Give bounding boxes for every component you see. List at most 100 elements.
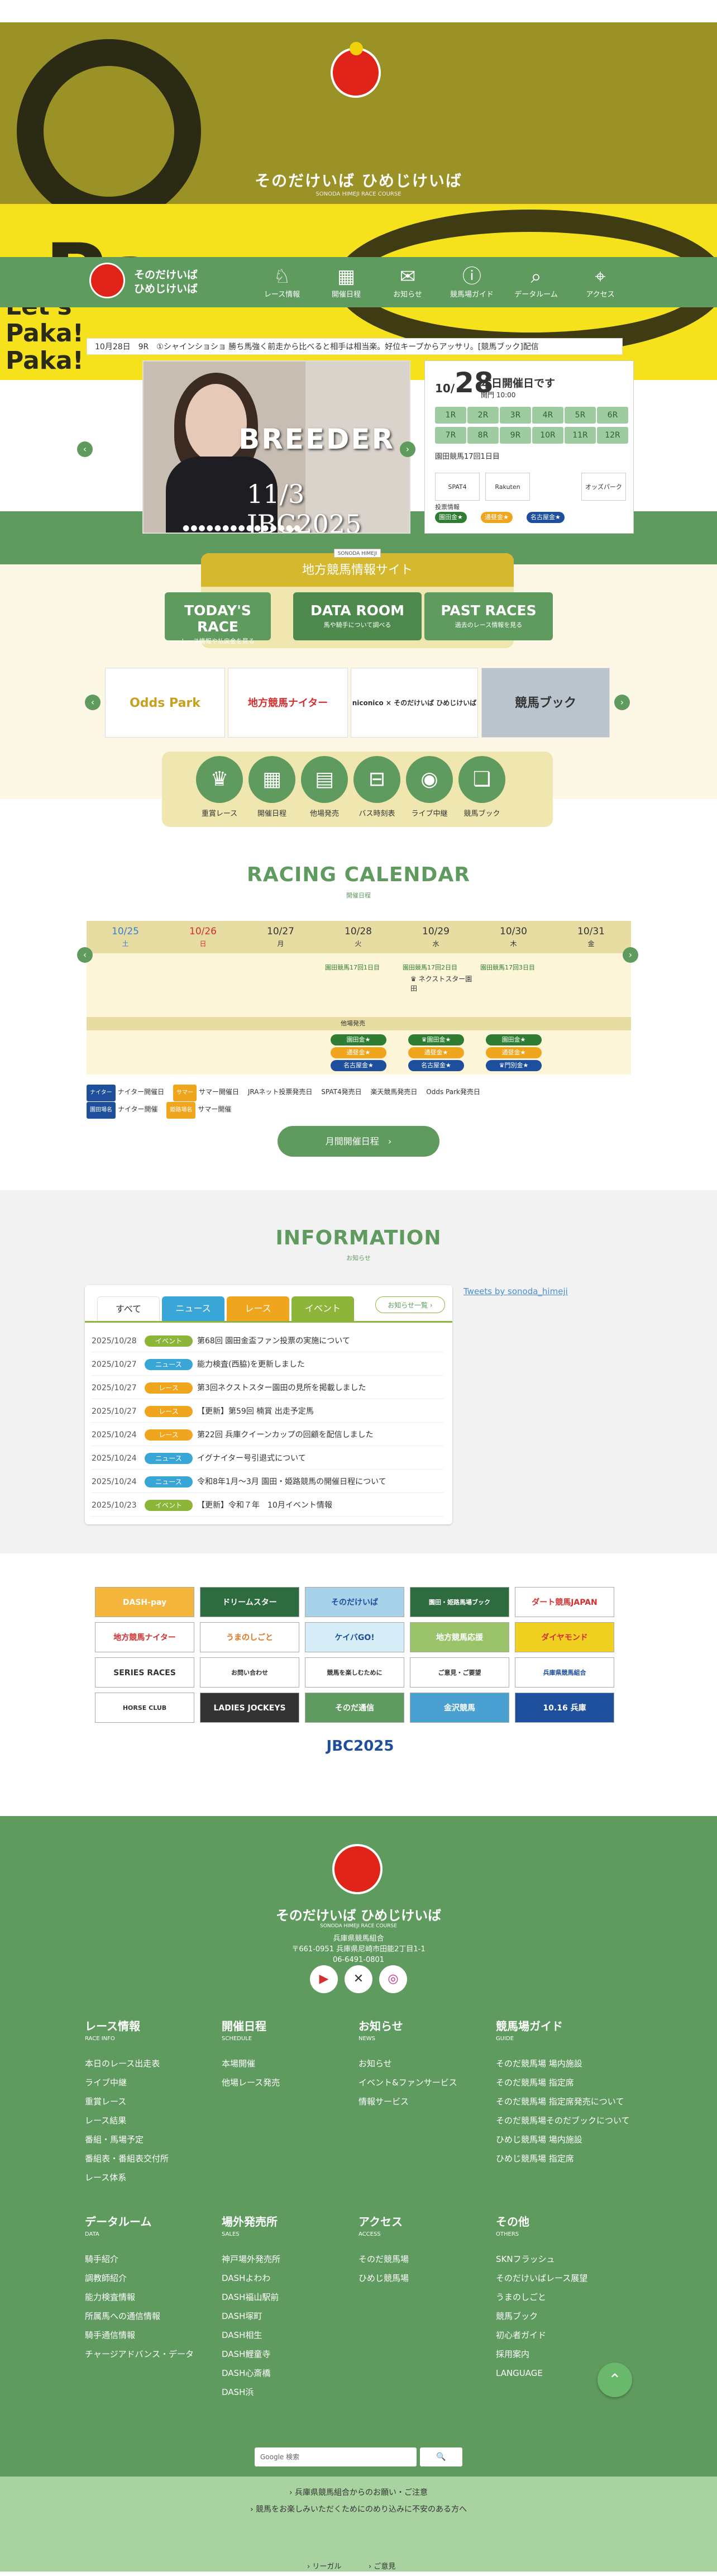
back-to-top-button[interactable]: ⌃	[598, 2363, 632, 2397]
cal-grade-race[interactable]: ♛ ネクストスター園田	[410, 974, 477, 993]
twitter-link[interactable]: Tweets by sonoda_himeji	[463, 1286, 568, 1296]
cal-tag[interactable]: 園田金★	[486, 1034, 542, 1045]
footer-link[interactable]: 本日のレース出走表	[85, 2054, 169, 2073]
quick-other[interactable]: ▤ 他場発売	[299, 756, 350, 818]
news-row[interactable]: 2025/10/27 ニュース 能力検査(西脇)を更新しました	[92, 1353, 443, 1376]
footer-link[interactable]: イベント&ファンサービス	[358, 2073, 457, 2092]
cal-day[interactable]: 10/29 水	[397, 925, 475, 950]
footer-link[interactable]: そのだ競馬場 指定席発売について	[496, 2092, 630, 2111]
google-search-input[interactable]: Google 検索	[255, 2447, 417, 2466]
footer-link[interactable]: SKNフラッシュ	[496, 2250, 587, 2269]
footer-link[interactable]: DASH相生	[222, 2326, 280, 2345]
ad-banner[interactable]: うまのしごと	[200, 1622, 299, 1652]
footer-link[interactable]: DASHよわわ	[222, 2269, 280, 2288]
opinion-link[interactable]: › ご意見	[369, 2560, 395, 2571]
tab-event[interactable]: イベント	[291, 1296, 354, 1321]
race-button[interactable]: 12R	[597, 427, 628, 444]
today-tag[interactable]: 通昼金★	[481, 512, 513, 523]
race-button[interactable]: 8R	[467, 427, 499, 444]
quick-bus[interactable]: ⊟ バス時刻表	[352, 756, 402, 818]
news-row[interactable]: 2025/10/24 レース 第22回 兵庫クイーンカップの回顧を配信しました	[92, 1424, 443, 1446]
today-tag[interactable]: 園田金★	[435, 512, 467, 523]
nav-race-info[interactable]: ♘ レース情報	[254, 265, 310, 299]
ad-banner[interactable]: そのだ通信	[305, 1693, 404, 1723]
nav-logo[interactable]	[89, 263, 125, 298]
footer-link[interactable]: 能力検査情報	[85, 2288, 194, 2307]
footer-link[interactable]: 他場レース発売	[222, 2073, 280, 2092]
ad-banner[interactable]: DASH-pay	[95, 1587, 194, 1617]
footer-link[interactable]: DASH塚町	[222, 2307, 280, 2326]
ad-banner[interactable]: LADIES JOCKEYS	[200, 1693, 299, 1723]
tab-news[interactable]: ニュース	[162, 1296, 224, 1321]
cal-tag[interactable]: 名古屋金★	[408, 1060, 464, 1071]
race-button[interactable]: 7R	[435, 427, 466, 444]
search-button[interactable]: 🔍	[420, 2447, 462, 2466]
notice-link[interactable]: › 兵庫県競馬組合からのお願い・ご注意	[0, 2487, 717, 2498]
cal-meet[interactable]: 園田競馬17回1日目	[325, 963, 380, 972]
nav-access[interactable]: ⌖ アクセス	[572, 265, 628, 299]
banner-niconico[interactable]: niconico × そのだけいば ひめじけいば	[351, 668, 478, 738]
ad-banner[interactable]: 兵庫県競馬組合	[515, 1657, 614, 1688]
ad-banner[interactable]: 金沢競馬	[410, 1693, 509, 1723]
sponsor-spat4[interactable]: SPAT4	[435, 473, 480, 501]
sponsor-rakuten[interactable]: Rakuten	[485, 473, 530, 501]
race-button[interactable]: 4R	[532, 407, 563, 424]
banner-prev-arrow[interactable]: ‹	[85, 695, 101, 710]
race-button[interactable]: 1R	[435, 407, 466, 424]
jbc-logo[interactable]: JBC2025	[310, 1732, 410, 1760]
sponsor-oddspark[interactable]: オッズパーク	[581, 473, 626, 501]
footer-link[interactable]: 番組・馬場予定	[85, 2130, 169, 2149]
footer-link[interactable]: 騎手通信情報	[85, 2326, 194, 2345]
footer-link[interactable]: ライブ中継	[85, 2073, 169, 2092]
footer-link[interactable]: 調教師紹介	[85, 2269, 194, 2288]
past-races-button[interactable]: PAST RACES 過去のレース情報を見る	[424, 592, 553, 640]
nav-data[interactable]: ⌕ データルーム	[508, 265, 564, 299]
cal-tag[interactable]: 名古屋金★	[331, 1060, 386, 1071]
cal-tag[interactable]: 通昼金★	[486, 1047, 542, 1058]
footer-link[interactable]: 騎手紹介	[85, 2250, 194, 2269]
nav-guide[interactable]: ⓘ 競馬場ガイド	[444, 265, 500, 299]
footer-link[interactable]: 番組表・番組表交付所	[85, 2149, 169, 2168]
footer-link[interactable]: レース体系	[85, 2168, 169, 2187]
banner-oddspark[interactable]: Odds Park	[105, 668, 225, 738]
main-slider[interactable]: BREEDER 11/3 JBC2025 ●●●●●●●●●●●●●●●	[142, 360, 410, 534]
ad-banner[interactable]: 地方競馬ナイター	[95, 1622, 194, 1652]
footer-link[interactable]: ひめじ競馬場	[358, 2269, 409, 2288]
cal-day[interactable]: 10/30 木	[475, 925, 552, 950]
footer-link[interactable]: DASH鯉童寺	[222, 2345, 280, 2364]
race-button[interactable]: 10R	[532, 427, 563, 444]
quick-book[interactable]: ❏ 競馬ブック	[457, 756, 507, 818]
footer-link[interactable]: そのだ競馬場 場内施設	[496, 2054, 630, 2073]
quick-schedule[interactable]: ▦ 開催日程	[247, 756, 297, 818]
footer-link[interactable]: ひめじ競馬場 場内施設	[496, 2130, 630, 2149]
cal-tag[interactable]: ♛門別金★	[486, 1060, 542, 1071]
footer-logo[interactable]	[332, 1844, 383, 1894]
ad-banner[interactable]: 競馬を楽しむために	[305, 1657, 404, 1688]
ad-banner[interactable]: 園田・姫路馬場ブック	[410, 1587, 509, 1617]
footer-link[interactable]: お知らせ	[358, 2054, 457, 2073]
news-row[interactable]: 2025/10/23 イベント 【更新】令和７年 10月イベント情報	[92, 1494, 443, 1517]
footer-link[interactable]: 所属馬への通信情報	[85, 2307, 194, 2326]
cal-tag[interactable]: 通昼金★	[408, 1047, 464, 1058]
ad-banner[interactable]: ドリームスター	[200, 1587, 299, 1617]
footer-link[interactable]: LANGUAGE	[496, 2364, 587, 2383]
news-row[interactable]: 2025/10/28 イベント 第68回 園田金盃ファン投票の実施について	[92, 1330, 443, 1352]
quick-graded[interactable]: ♛ 重賞レース	[194, 756, 245, 818]
news-list-link[interactable]: お知らせ一覧 ›	[375, 1296, 445, 1313]
monthly-schedule-button[interactable]: 月間開催日程 ›	[278, 1126, 439, 1157]
tab-all[interactable]: すべて	[97, 1296, 160, 1321]
banner-keibabook[interactable]: 競馬ブック	[481, 668, 610, 738]
ad-banner[interactable]: そのだけいば	[305, 1587, 404, 1617]
ad-banner[interactable]: 地方競馬応援	[410, 1622, 509, 1652]
race-button[interactable]: 6R	[597, 407, 628, 424]
footer-link[interactable]: 競馬ブック	[496, 2307, 587, 2326]
news-ticker[interactable]: 10月28日 9R ①シャインショショ 勝ち馬強く前走から比べると相手は相当楽。…	[87, 338, 623, 355]
cal-meet[interactable]: 園田競馬17回2日目	[403, 963, 457, 972]
ad-banner[interactable]: SERIES RACES	[95, 1657, 194, 1688]
cal-tag[interactable]: ♛園田金★	[408, 1034, 464, 1045]
footer-link[interactable]: 神戸場外発売所	[222, 2250, 280, 2269]
race-button[interactable]: 11R	[565, 427, 596, 444]
news-row[interactable]: 2025/10/24 ニュース イグナイター号引退式について	[92, 1447, 443, 1470]
footer-link[interactable]: チャージアドバンス・データ	[85, 2345, 194, 2364]
banner-next-arrow[interactable]: ›	[614, 695, 630, 710]
